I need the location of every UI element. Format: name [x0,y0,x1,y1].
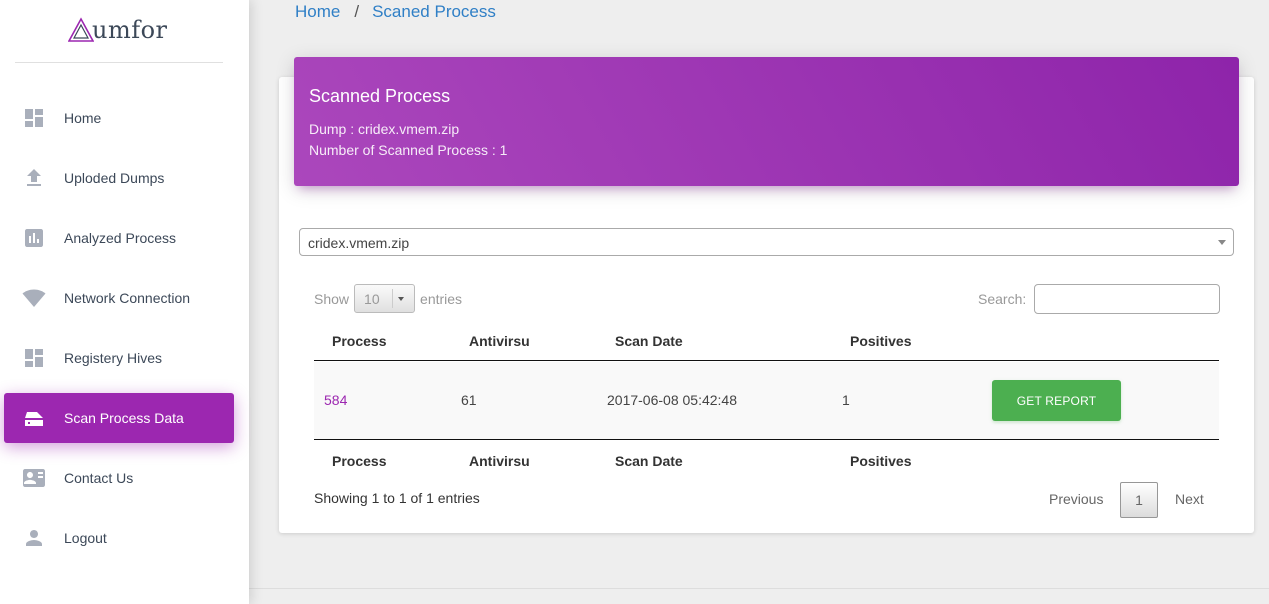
footer-divider [249,588,1269,589]
sidebar-item-home[interactable]: Home [4,93,234,143]
search-label: Search: [978,291,1027,307]
dump-select-value: cridex.vmem.zip [308,235,410,251]
contact-card-icon [22,466,46,490]
sidebar-item-label: Network Connection [64,290,191,306]
sidebar-item-contact-us[interactable]: Contact Us [4,453,234,503]
entries-length-control: Show 10 entries [314,284,462,313]
column-header-positives[interactable]: Positives [850,333,911,349]
breadcrumb: Home / Scaned Process [295,0,496,24]
entries-length-value: 10 [364,291,380,307]
show-label: Show [314,290,350,307]
entries-label: entries [420,290,463,307]
dropdown-arrow-icon [1218,240,1226,245]
sidebar-item-network-connection[interactable]: Network Connection [4,273,234,323]
logo-text: umfor [92,16,168,44]
process-id-link[interactable]: 584 [324,392,347,408]
bar-chart-icon [22,226,46,250]
scan-date-cell: 2017-06-08 05:42:48 [607,392,737,408]
card-title: Scanned Process [309,86,451,106]
breadcrumb-separator: / [354,2,360,21]
sidebar-item-registery-hives[interactable]: Registery Hives [4,333,234,383]
sidebar-divider [15,62,223,63]
sidebar-item-analyzed-process[interactable]: Analyzed Process [4,213,234,263]
breadcrumb-current-link[interactable]: Scaned Process [372,2,496,22]
person-icon [22,526,46,550]
column-footer-scan-date: Scan Date [615,453,683,469]
sidebar-item-label: Home [64,110,102,126]
sidebar-item-label: Uploded Dumps [64,170,165,186]
get-report-button[interactable]: GET REPORT [992,380,1121,421]
antivirus-cell: 61 [461,392,477,408]
sidebar: umfor Home Uploded Dumps Analyzed Proces… [0,0,249,604]
column-footer-process: Process [332,453,387,469]
card-header: Scanned Process Dump : cridex.vmem.zip N… [294,57,1239,186]
dashboard-icon [22,346,46,370]
scanned-count-text: Number of Scanned Process : 1 [309,142,508,158]
dump-name-text: Dump : cridex.vmem.zip [309,121,460,137]
sidebar-item-uploaded-dumps[interactable]: Uploded Dumps [4,153,234,203]
upload-icon [22,166,46,190]
hard-drive-icon [22,406,46,430]
sidebar-item-label: Contact Us [64,470,134,486]
wifi-icon [22,286,46,310]
select-divider [392,289,394,308]
breadcrumb-home-link[interactable]: Home [295,2,340,22]
next-page-button[interactable]: Next [1175,491,1204,507]
table-row: 584 61 2017-06-08 05:42:48 1 GET REPORT [314,362,1219,439]
table-search: Search: [978,284,1221,314]
previous-page-button[interactable]: Previous [1049,491,1103,507]
column-footer-antivirus: Antivirsu [469,453,530,469]
dashboard-icon [22,106,46,130]
column-footer-positives: Positives [850,453,912,469]
page-1-button[interactable]: 1 [1120,482,1158,518]
table-info: Showing 1 to 1 of 1 entries [314,490,480,506]
positives-cell: 1 [842,392,850,408]
entries-length-select[interactable]: 10 [354,284,416,313]
sidebar-item-label: Registery Hives [64,350,163,366]
table-header: Process Antivirsu Scan Date Positives [314,321,1219,361]
table-footer: Process Antivirsu Scan Date Positives [314,439,1219,479]
sidebar-item-label: Scan Process Data [64,410,184,426]
search-input[interactable] [1034,284,1221,314]
sidebar-item-label: Logout [64,530,107,546]
sidebar-item-logout[interactable]: Logout [4,513,234,563]
column-header-scan-date[interactable]: Scan Date [615,333,683,349]
sidebar-item-scan-process-data[interactable]: Scan Process Data [4,393,234,443]
logo: umfor [68,14,168,46]
triangle-logo-icon [68,17,94,42]
column-header-process[interactable]: Process [332,333,386,349]
dump-select[interactable]: cridex.vmem.zip [299,228,1234,256]
column-header-antivirus[interactable]: Antivirsu [469,333,530,349]
sidebar-item-label: Analyzed Process [64,230,177,246]
dropdown-arrow-icon [398,297,405,301]
